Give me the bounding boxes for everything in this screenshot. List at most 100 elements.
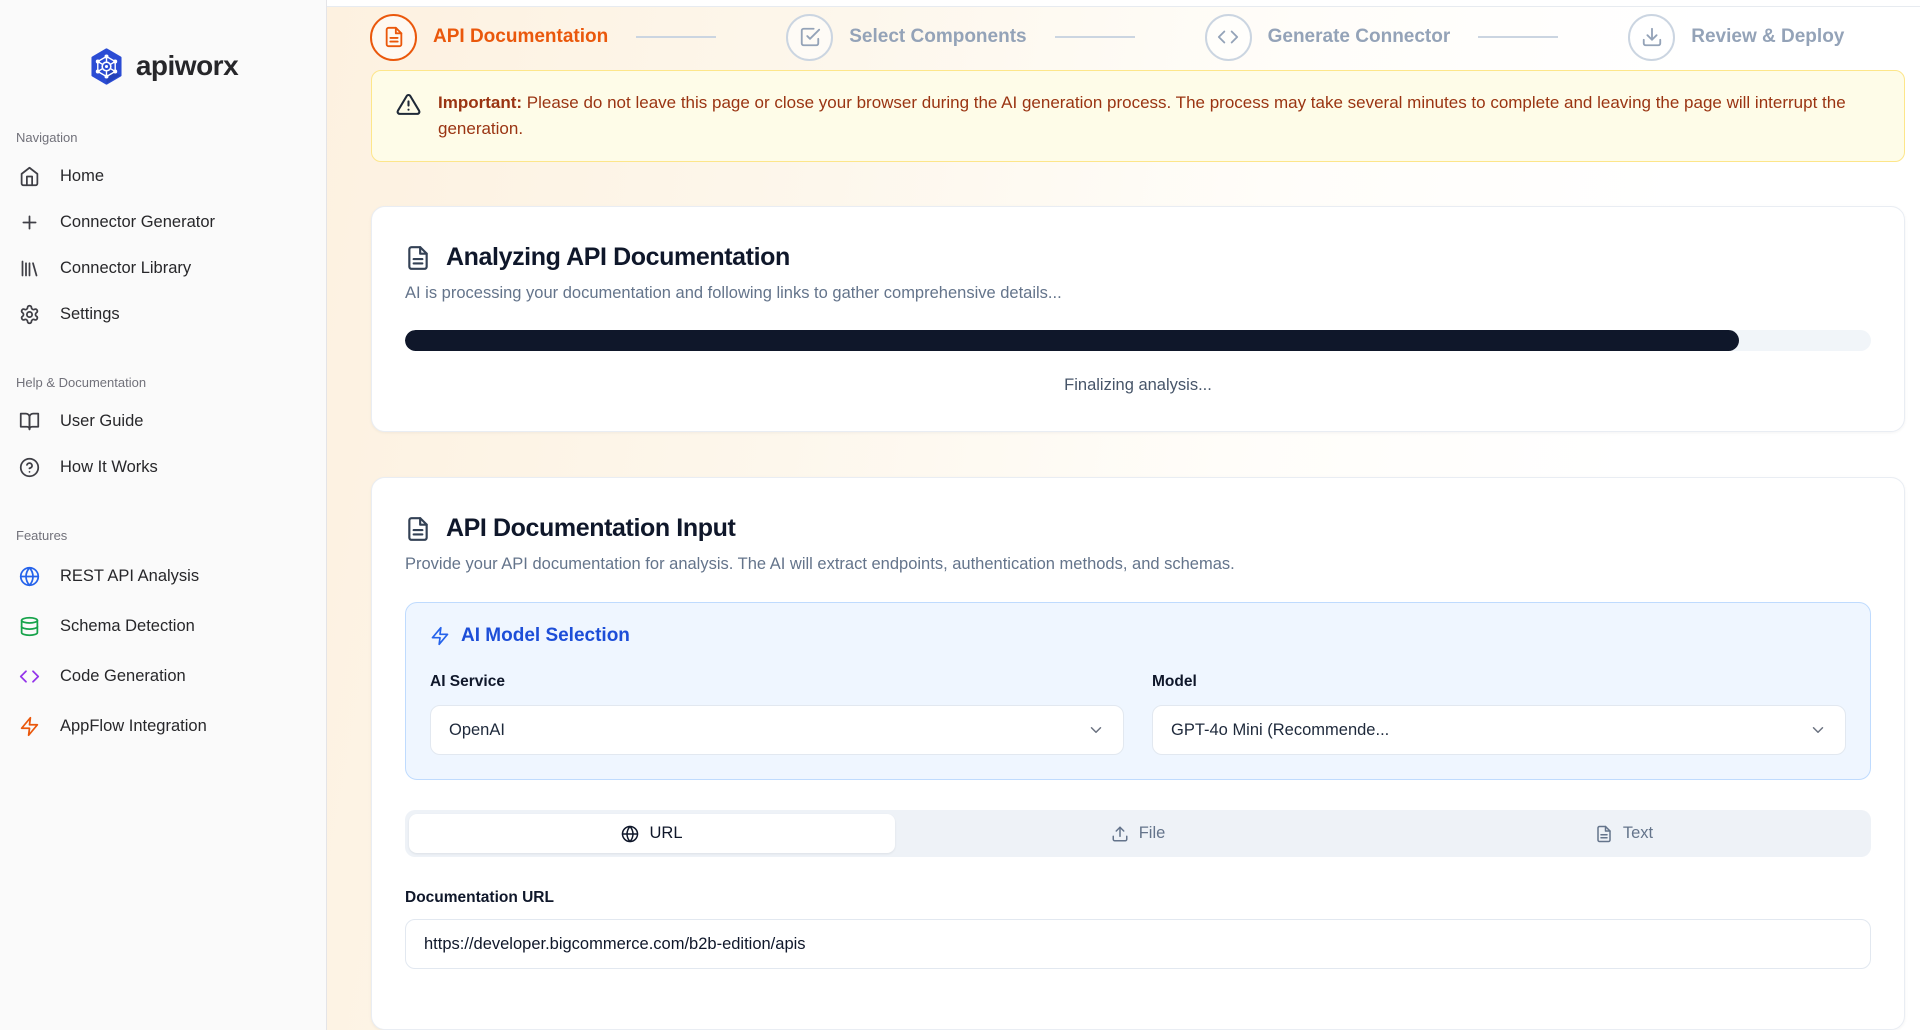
sidebar-item-label: Connector Generator <box>60 213 215 232</box>
file-text-icon <box>1595 825 1613 843</box>
step-connector-line <box>636 36 716 38</box>
progress-bar <box>405 330 1871 351</box>
main-area: API Documentation Select Components Gene… <box>327 0 1920 1030</box>
globe-icon <box>621 825 639 843</box>
step-label: API Documentation <box>433 26 608 48</box>
sidebar-item-label: Connector Library <box>60 259 191 278</box>
sidebar-item-settings[interactable]: Settings <box>0 291 326 337</box>
ai-service-value: OpenAI <box>449 721 505 740</box>
step-generate-connector[interactable]: Generate Connector <box>1205 14 1451 61</box>
step-select-components[interactable]: Select Components <box>786 14 1026 61</box>
zap-icon <box>18 715 40 737</box>
sidebar-item-label: How It Works <box>60 458 158 477</box>
file-text-icon <box>383 26 405 48</box>
input-card-title: API Documentation Input <box>446 514 735 543</box>
analysis-subtitle: AI is processing your documentation and … <box>405 284 1871 303</box>
upload-icon <box>1111 825 1129 843</box>
sidebar-item-label: Settings <box>60 305 120 324</box>
step-circle <box>786 14 833 61</box>
sidebar-item-home[interactable]: Home <box>0 153 326 199</box>
step-circle <box>370 14 417 61</box>
step-label: Review & Deploy <box>1691 26 1844 48</box>
check-square-icon <box>799 26 821 48</box>
sidebar-item-label: Code Generation <box>60 667 186 686</box>
home-icon <box>18 165 40 187</box>
model-field: Model GPT-4o Mini (Recommende... <box>1152 673 1846 755</box>
sidebar-item-label: Schema Detection <box>60 617 195 636</box>
nav-section: Navigation Home Connector Generator Conn… <box>0 130 326 337</box>
sidebar-item-label: User Guide <box>60 412 143 431</box>
sidebar-item-connector-library[interactable]: Connector Library <box>0 245 326 291</box>
sidebar-item-how-it-works[interactable]: How It Works <box>0 444 326 490</box>
sidebar-item-label: AppFlow Integration <box>60 717 207 736</box>
step-connector-line <box>1055 36 1135 38</box>
tab-label: Text <box>1623 824 1653 843</box>
sidebar-item-connector-generator[interactable]: Connector Generator <box>0 199 326 245</box>
chevron-down-icon <box>1809 721 1827 739</box>
brand-name: apiworx <box>136 50 238 82</box>
warning-triangle-icon <box>396 92 421 117</box>
sidebar: apiworx Navigation Home Connector Genera… <box>0 0 327 1030</box>
tab-file[interactable]: File <box>895 814 1381 853</box>
documentation-url-label: Documentation URL <box>405 889 1871 907</box>
gear-icon <box>18 303 40 325</box>
api-input-card: API Documentation Input Provide your API… <box>371 477 1905 1030</box>
wizard-stepper: API Documentation Select Components Gene… <box>327 7 1920 67</box>
sidebar-item-label: REST API Analysis <box>60 567 199 586</box>
file-text-icon <box>405 516 431 542</box>
sidebar-item-code-generation[interactable]: Code Generation <box>0 651 326 701</box>
brand[interactable]: apiworx <box>0 40 326 92</box>
input-card-subtitle: Provide your API documentation for analy… <box>405 555 1871 574</box>
features-section: Features REST API Analysis Schema Detect… <box>0 528 326 751</box>
documentation-url-input[interactable] <box>405 919 1871 969</box>
warning-text: Important: Please do not leave this page… <box>438 90 1880 142</box>
model-panel-title: AI Model Selection <box>461 625 630 647</box>
step-circle <box>1205 14 1252 61</box>
step-review-deploy[interactable]: Review & Deploy <box>1628 14 1844 61</box>
code-icon <box>18 665 40 687</box>
model-label: Model <box>1152 673 1846 691</box>
warning-banner: Important: Please do not leave this page… <box>371 70 1905 162</box>
help-section-label: Help & Documentation <box>0 375 326 390</box>
code-icon <box>1217 26 1239 48</box>
tab-url[interactable]: URL <box>409 814 895 853</box>
ai-service-label: AI Service <box>430 673 1124 691</box>
tab-label: URL <box>649 824 682 843</box>
ai-service-select[interactable]: OpenAI <box>430 705 1124 755</box>
step-label: Select Components <box>849 26 1026 48</box>
model-value: GPT-4o Mini (Recommende... <box>1171 721 1389 740</box>
analysis-card: Analyzing API Documentation AI is proces… <box>371 206 1905 432</box>
features-section-label: Features <box>0 528 326 543</box>
ai-model-selection-panel: AI Model Selection AI Service OpenAI M <box>405 602 1871 780</box>
file-text-icon <box>405 245 431 271</box>
step-label: Generate Connector <box>1268 26 1451 48</box>
progress-status: Finalizing analysis... <box>405 376 1871 395</box>
help-section: Help & Documentation User Guide How It W… <box>0 375 326 490</box>
page-content: Important: Please do not leave this page… <box>327 67 1920 1030</box>
zap-icon <box>430 626 450 646</box>
ai-service-field: AI Service OpenAI <box>430 673 1124 755</box>
database-icon <box>18 615 40 637</box>
globe-icon <box>18 565 40 587</box>
analysis-title: Analyzing API Documentation <box>446 243 790 272</box>
top-strip <box>327 0 1920 7</box>
sidebar-item-user-guide[interactable]: User Guide <box>0 398 326 444</box>
chevron-down-icon <box>1087 721 1105 739</box>
warning-prefix: Important: <box>438 93 522 112</box>
download-icon <box>1641 26 1663 48</box>
warning-body: Please do not leave this page or close y… <box>438 93 1846 138</box>
sidebar-item-rest-api-analysis[interactable]: REST API Analysis <box>0 551 326 601</box>
sidebar-item-appflow-integration[interactable]: AppFlow Integration <box>0 701 326 751</box>
step-connector-line <box>1478 36 1558 38</box>
model-select[interactable]: GPT-4o Mini (Recommende... <box>1152 705 1846 755</box>
nav-section-label: Navigation <box>0 130 326 145</box>
apiworx-logo-icon <box>88 48 125 85</box>
book-open-icon <box>18 410 40 432</box>
tab-label: File <box>1139 824 1166 843</box>
help-circle-icon <box>18 456 40 478</box>
progress-fill <box>405 330 1739 351</box>
step-circle <box>1628 14 1675 61</box>
step-api-documentation[interactable]: API Documentation <box>370 14 608 61</box>
tab-text[interactable]: Text <box>1381 814 1867 853</box>
sidebar-item-schema-detection[interactable]: Schema Detection <box>0 601 326 651</box>
